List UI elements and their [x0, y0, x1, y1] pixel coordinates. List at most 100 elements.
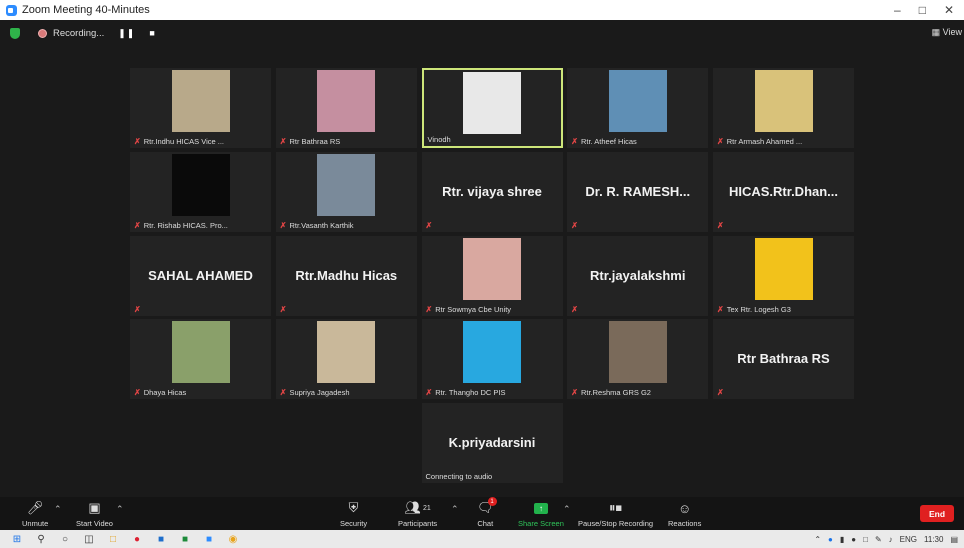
- windows-start-icon[interactable]: ⊞: [10, 533, 24, 545]
- reactions-button[interactable]: ☺ Reactions: [668, 499, 702, 529]
- participant-video: [754, 237, 813, 300]
- participant-tile[interactable]: ✗ Rtr Sowmya Cbe Unity: [421, 235, 563, 316]
- participant-tile[interactable]: Rtr. vijaya shree ✗: [421, 151, 563, 232]
- participant-tile[interactable]: ✗ Rtr. Atheef Hicas: [567, 68, 709, 148]
- share-screen-button[interactable]: ↑ Share Screen: [518, 499, 564, 528]
- participant-name-label: ✗: [134, 305, 144, 314]
- participant-name-label: ✗ Rtr. Atheef Hicas: [571, 137, 637, 146]
- close-icon[interactable]: ✕: [944, 3, 954, 17]
- notification-icon[interactable]: ▤: [950, 535, 958, 544]
- participant-tile[interactable]: ✗ Rtr Bathraa RS: [275, 68, 417, 148]
- participant-video: [317, 153, 376, 216]
- participant-name-label: ✗: [717, 221, 727, 230]
- muted-mic-icon: ✗: [571, 304, 578, 314]
- security-button[interactable]: ⛨ Security: [340, 499, 367, 528]
- pause-stop-recording-button[interactable]: ⏸︎⏹︎ Pause/Stop Recording: [578, 499, 653, 528]
- opera-icon[interactable]: ●: [130, 533, 144, 545]
- pause-recording-icon[interactable]: ❚❚: [118, 28, 135, 39]
- participant-tile[interactable]: ✗ Tex Rtr. Logesh G3: [713, 235, 854, 316]
- participant-video: [608, 70, 667, 132]
- participant-name: Rtr.Indhu HICAS Vice ...: [143, 137, 225, 146]
- participant-tile[interactable]: ✗ Supriya Jagadesh: [275, 319, 417, 400]
- participant-tile[interactable]: Rtr Bathraa RS ✗: [713, 319, 854, 400]
- chat-icon: 🗨︎ 1: [477, 497, 497, 517]
- end-meeting-button[interactable]: End: [920, 505, 954, 522]
- participant-tile[interactable]: ✗ Rtr.Reshma GRS G2: [567, 319, 709, 400]
- video-options-caret-icon[interactable]: ⌃: [116, 504, 124, 515]
- unmute-label: Unmute: [22, 519, 49, 528]
- participant-tile[interactable]: ✗ Rtr Armash Ahamed ...: [713, 68, 854, 148]
- chat-badge: 1: [487, 497, 497, 506]
- participant-name-label: Vinodh: [428, 135, 451, 144]
- muted-mic-icon: ✗: [717, 388, 724, 398]
- chrome-icon[interactable]: ◉: [226, 533, 240, 545]
- smiley-icon: ☺: [678, 500, 692, 516]
- participants-button[interactable]: 👥︎ 21 Participants: [398, 499, 437, 528]
- participant-display-name: Rtr. vijaya shree: [442, 183, 542, 199]
- participant-video: [317, 321, 376, 384]
- task-view-icon[interactable]: ◫: [82, 533, 96, 545]
- chat-button[interactable]: 🗨︎ 1 Chat: [477, 497, 497, 528]
- participant-name: Tex Rtr. Logesh G3: [726, 304, 791, 314]
- share-options-caret-icon[interactable]: ⌃: [563, 504, 571, 515]
- participant-tile[interactable]: K.priyadarsini Connecting to audio: [421, 403, 563, 483]
- participant-tile[interactable]: ✗ Rtr. Rishab HICAS. Pro...: [130, 151, 271, 232]
- participant-name-label: ✗ Rtr.Vasanth Karthik: [280, 221, 354, 230]
- participant-tile[interactable]: Dr. R. RAMESH... ✗: [567, 151, 709, 232]
- participant-name-label: ✗ Rtr Armash Ahamed ...: [717, 137, 802, 146]
- microphone-icon[interactable]: ●: [851, 535, 856, 544]
- participant-video: [463, 321, 521, 384]
- participants-count: 21: [422, 504, 431, 512]
- restore-icon[interactable]: □: [919, 3, 926, 17]
- zoom-window: Zoom Meeting 40-Minutes – □ ✕ Recording.…: [0, 0, 964, 548]
- participant-name-label: ✗: [426, 221, 436, 230]
- participants-label: Participants: [398, 519, 438, 528]
- zoom-taskbar-icon[interactable]: ■: [202, 533, 216, 545]
- participant-tile[interactable]: Rtr.Madhu Hicas ✗: [275, 235, 417, 316]
- network-icon[interactable]: □: [863, 535, 868, 544]
- muted-mic-icon: ✗: [279, 220, 287, 230]
- participant-tile[interactable]: HICAS.Rtr.Dhan... ✗: [713, 151, 854, 232]
- participant-tile[interactable]: ✗ Dhaya Hicas: [130, 319, 271, 400]
- participant-tile[interactable]: Vinodh: [421, 68, 563, 148]
- unmute-button[interactable]: 🎤︎ Unmute: [22, 499, 48, 528]
- view-button[interactable]: ▦ View: [932, 27, 962, 38]
- excel-icon[interactable]: ■: [178, 533, 192, 545]
- file-explorer-icon[interactable]: □: [106, 533, 120, 545]
- participant-tile[interactable]: SAHAL AHAMED ✗: [130, 235, 271, 316]
- clock[interactable]: 11:30: [924, 535, 943, 544]
- minimize-icon[interactable]: –: [894, 3, 901, 17]
- audio-options-caret-icon[interactable]: ⌃: [54, 504, 62, 515]
- volume-icon[interactable]: ♪: [889, 535, 893, 544]
- security-shield-icon[interactable]: [10, 27, 20, 39]
- participant-name-label: ✗ Rtr Bathraa RS: [280, 137, 341, 146]
- stop-recording-icon[interactable]: ■: [149, 28, 155, 38]
- share-screen-icon: ↑: [533, 499, 548, 517]
- participants-caret-icon[interactable]: ⌃: [451, 504, 459, 515]
- participant-name-label: ✗: [571, 221, 581, 230]
- muted-mic-icon: ✗: [717, 220, 724, 230]
- participant-name-label: ✗ Rtr. Thangho DC PIS: [426, 388, 506, 397]
- participant-name-label: ✗ Rtr.Reshma GRS G2: [571, 388, 651, 397]
- pause-stop-icon: ⏸︎⏹︎: [609, 500, 623, 515]
- tray-app-icon[interactable]: ●: [828, 535, 833, 544]
- cortana-icon[interactable]: ○: [58, 533, 72, 545]
- participant-tile[interactable]: ✗ Rtr. Thangho DC PIS: [421, 319, 563, 400]
- participant-name-label: ✗ Tex Rtr. Logesh G3: [717, 305, 791, 314]
- search-icon[interactable]: ⚲: [34, 533, 48, 545]
- participant-tile[interactable]: Rtr.jayalakshmi ✗: [567, 235, 709, 316]
- language-indicator[interactable]: ENG: [900, 535, 917, 544]
- start-video-button[interactable]: ▣ Start Video: [76, 499, 113, 528]
- recording-bar: Recording... ❚❚ ■: [10, 25, 156, 41]
- reactions-label: Reactions: [668, 519, 702, 528]
- tray-caret-icon[interactable]: ⌃: [814, 535, 821, 544]
- participant-tile[interactable]: ✗ Rtr.Vasanth Karthik: [275, 151, 417, 232]
- participant-tile[interactable]: ✗ Rtr.Indhu HICAS Vice ...: [130, 68, 271, 148]
- pen-icon[interactable]: ✎: [875, 535, 882, 544]
- battery-icon[interactable]: ▮: [840, 535, 844, 544]
- participant-name-label: ✗: [717, 388, 727, 397]
- participant-name: Connecting to audio: [425, 472, 493, 481]
- participant-video: [463, 72, 521, 134]
- outlook-icon[interactable]: ■: [154, 533, 168, 545]
- participant-name: Rtr. Rishab HICAS. Pro...: [143, 220, 228, 230]
